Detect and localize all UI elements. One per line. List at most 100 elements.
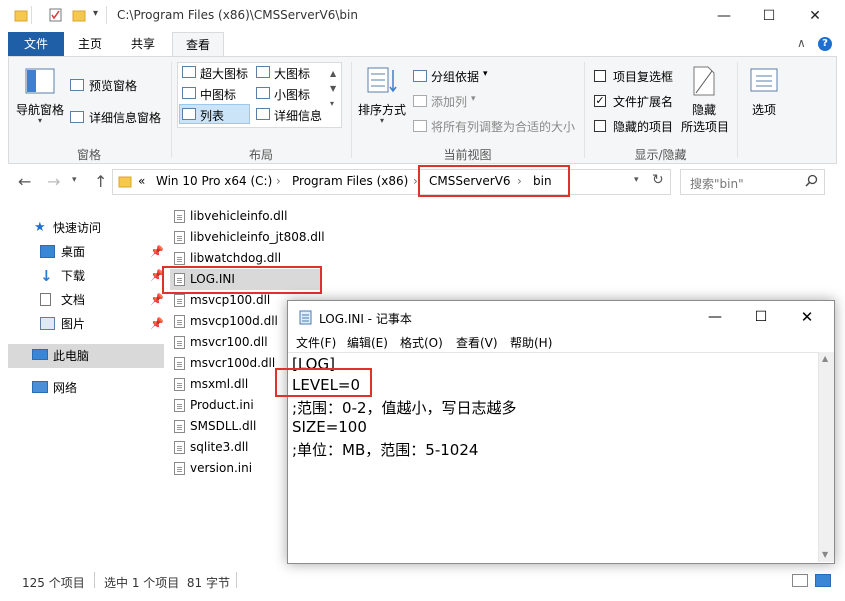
hide-selected-line2[interactable]: 所选项目 xyxy=(681,118,729,135)
preview-pane-button[interactable]: 预览窗格 xyxy=(89,77,137,94)
folder-icon xyxy=(14,8,28,22)
breadcrumb-overflow[interactable]: « xyxy=(138,174,145,188)
nav-label: 此电脑 xyxy=(53,349,90,363)
pin-icon[interactable]: 📌 xyxy=(150,240,164,264)
notepad-maximize-button[interactable]: ☐ xyxy=(738,301,784,332)
text-line: ;单位：MB，范围：5-1024 xyxy=(292,441,479,459)
nav-desktop[interactable]: 桌面 📌 xyxy=(8,240,164,264)
ribbon-divider xyxy=(737,62,738,158)
scroll-up-icon[interactable]: ▲ xyxy=(822,354,828,363)
notepad-close-button[interactable]: ✕ xyxy=(784,301,830,332)
dll-file-icon xyxy=(174,378,185,391)
ribbon-divider xyxy=(584,62,585,158)
group-by-button[interactable]: 分组依据 xyxy=(431,68,479,85)
text-line: SIZE=100 xyxy=(292,418,367,436)
highlight-box xyxy=(275,368,372,397)
details-view-icon[interactable] xyxy=(792,574,808,587)
menu-view[interactable]: 查看(V) xyxy=(456,334,498,351)
notepad-title: LOG.INI - 记事本 xyxy=(319,312,412,326)
search-icon[interactable] xyxy=(805,174,818,190)
large-icons-view-icon[interactable] xyxy=(815,574,831,587)
layout-list[interactable]: 列表 xyxy=(200,107,224,124)
properties-icon[interactable] xyxy=(49,8,63,22)
hide-selected-line1[interactable]: 隐藏 xyxy=(692,101,716,118)
hidden-items-checkbox[interactable] xyxy=(594,120,606,132)
layout-medium-icons[interactable]: 中图标 xyxy=(200,86,236,103)
layout-details[interactable]: 详细信息 xyxy=(274,107,322,124)
nav-pictures[interactable]: 图片 📌 xyxy=(8,312,164,336)
file-name: version.ini xyxy=(190,461,253,475)
document-icon xyxy=(40,293,51,306)
nav-this-pc[interactable]: 此电脑 xyxy=(8,344,164,368)
address-dropdown-icon[interactable]: ▾ xyxy=(634,175,639,185)
nav-network[interactable]: 网络 xyxy=(8,376,164,400)
collapse-ribbon-icon[interactable]: ∧ xyxy=(797,36,806,50)
text-line: ;范围：0-2，值越小，写日志越多 xyxy=(292,399,517,417)
group-label-show-hide: 显示/隐藏 xyxy=(634,148,687,162)
list-icon xyxy=(182,108,196,120)
menu-file[interactable]: 文件(F) xyxy=(296,334,336,351)
recent-locations-icon[interactable]: ▾ xyxy=(72,175,77,185)
menu-format[interactable]: 格式(O) xyxy=(400,334,443,351)
dll-file-icon xyxy=(174,336,185,349)
breadcrumb-item[interactable]: Program Files (x86) xyxy=(292,174,408,188)
nav-label: 下载 xyxy=(61,269,86,283)
qat-divider xyxy=(31,6,32,24)
nav-quick-access[interactable]: ★ 快速访问 xyxy=(8,216,164,240)
large-icons-icon xyxy=(256,66,270,78)
notepad-scrollbar[interactable]: ▲ ▼ xyxy=(818,352,834,562)
dll-file-icon xyxy=(174,420,185,433)
fit-columns-button[interactable]: 将所有列调整为合适的大小 xyxy=(431,118,575,135)
dll-file-icon xyxy=(174,252,185,265)
scroll-down-icon[interactable]: ▼ xyxy=(822,550,828,559)
layout-small-icons[interactable]: 小图标 xyxy=(274,86,310,103)
network-icon xyxy=(32,381,48,393)
file-item[interactable]: libvehicleinfo.dll xyxy=(170,206,320,227)
options-icon xyxy=(750,66,778,97)
details-pane-button[interactable]: 详细信息窗格 xyxy=(89,109,161,126)
help-icon[interactable]: ? xyxy=(818,37,832,51)
tab-file[interactable]: 文件 xyxy=(8,32,64,56)
close-button[interactable]: ✕ xyxy=(792,0,838,32)
navigation-pane-icon[interactable] xyxy=(25,68,55,97)
add-columns-icon xyxy=(413,95,427,107)
details-pane-icon xyxy=(70,111,84,123)
breadcrumb-item[interactable]: Win 10 Pro x64 (C:) xyxy=(156,174,272,188)
forward-arrow-icon[interactable]: → xyxy=(47,172,60,191)
nav-label: 网络 xyxy=(53,381,78,395)
qat-dropdown-icon[interactable]: ▾ xyxy=(93,8,98,19)
maximize-button[interactable]: ☐ xyxy=(746,0,792,32)
options-button[interactable]: 选项 xyxy=(752,101,776,118)
add-columns-button[interactable]: 添加列 xyxy=(431,93,467,110)
tab-share[interactable]: 共享 xyxy=(116,32,170,56)
layout-extra-large-icons[interactable]: 超大图标 xyxy=(200,65,248,82)
layout-large-icons[interactable]: 大图标 xyxy=(274,65,310,82)
file-extensions-checkbox[interactable]: ✓ xyxy=(594,95,606,107)
tab-home[interactable]: 主页 xyxy=(66,32,114,56)
nav-downloads[interactable]: ↓ 下载 📌 xyxy=(8,264,164,288)
file-name: libvehicleinfo.dll xyxy=(190,209,288,223)
nav-documents[interactable]: 文档 📌 xyxy=(8,288,164,312)
item-checkboxes-checkbox[interactable] xyxy=(594,70,606,82)
star-icon: ★ xyxy=(34,220,46,235)
notepad-menu-bar: 文件(F) 编辑(E) 格式(O) 查看(V) 帮助(H) xyxy=(288,332,834,352)
search-placeholder: 搜索"bin" xyxy=(690,177,744,191)
new-folder-icon[interactable] xyxy=(72,8,86,22)
tab-view[interactable]: 查看 xyxy=(172,32,224,57)
menu-edit[interactable]: 编辑(E) xyxy=(347,334,388,351)
chevron-down-icon: ▾ xyxy=(380,116,385,125)
back-arrow-icon[interactable]: ← xyxy=(18,172,31,191)
menu-help[interactable]: 帮助(H) xyxy=(510,334,552,351)
preview-pane-icon xyxy=(70,79,84,91)
desktop-icon xyxy=(40,245,55,258)
up-arrow-icon[interactable]: ↑ xyxy=(94,172,107,191)
dll-file-icon xyxy=(174,294,185,307)
file-name: msvcp100d.dll xyxy=(190,314,278,328)
file-item[interactable]: libvehicleinfo_jt808.dll xyxy=(170,227,325,248)
pin-icon[interactable]: 📌 xyxy=(150,312,164,336)
refresh-icon[interactable]: ↻ xyxy=(652,172,664,188)
notepad-minimize-button[interactable]: — xyxy=(692,301,738,332)
gallery-scroll-icon[interactable]: ▲ ▼ ▾ xyxy=(330,66,336,111)
minimize-button[interactable]: — xyxy=(701,0,747,32)
group-label-layout: 布局 xyxy=(248,148,273,162)
